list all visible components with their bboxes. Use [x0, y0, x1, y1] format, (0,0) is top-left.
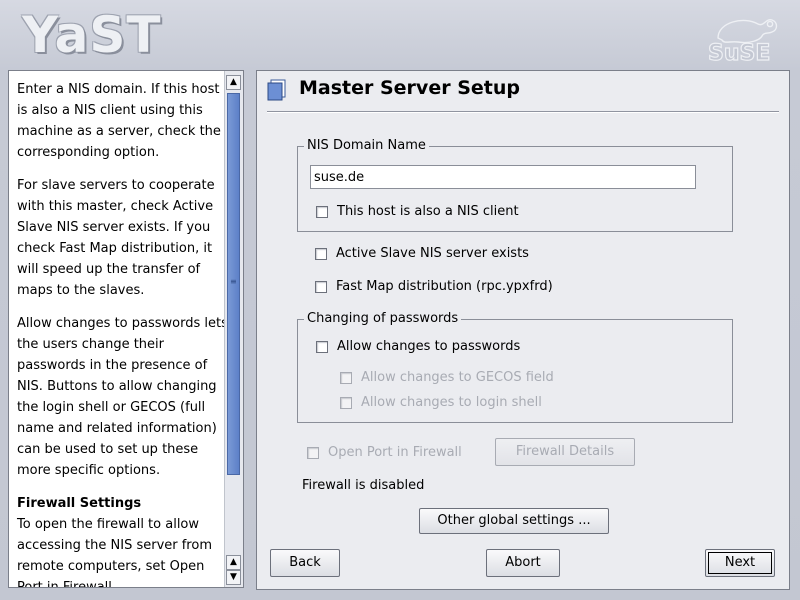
allow-gecos-checkbox-box[interactable]: [340, 371, 352, 384]
nis-client-checkbox[interactable]: This host is also a NIS client: [316, 204, 519, 219]
help-paragraph-domain: Enter a NIS domain. If this host is also…: [17, 82, 221, 160]
next-button[interactable]: Next: [705, 549, 775, 577]
allow-shell-label: Allow changes to login shell: [361, 395, 542, 410]
main-pane: Master Server Setup NIS Domain Name This…: [256, 70, 790, 590]
allow-password-changes-checkbox[interactable]: Allow changes to passwords: [316, 339, 520, 354]
help-scrollbar[interactable]: ▲ ≡ ▲ ▼: [224, 71, 243, 587]
help-pane: Enter a NIS domain. If this host is also…: [8, 70, 244, 588]
open-port-label: Open Port in Firewall: [328, 445, 462, 460]
active-slave-checkbox-box[interactable]: [315, 247, 327, 260]
fast-map-checkbox-box[interactable]: [315, 280, 327, 293]
fast-map-label: Fast Map distribution (rpc.ypxfrd): [336, 279, 553, 294]
suse-logo: SuSE: [707, 19, 778, 64]
password-legend: Changing of passwords: [304, 311, 462, 326]
help-paragraph-passwords: Allow changes to passwords lets the user…: [17, 316, 228, 478]
allow-password-changes-checkbox-box[interactable]: [316, 340, 328, 353]
allow-password-changes-label: Allow changes to passwords: [337, 339, 521, 354]
dialog-icon: [267, 79, 286, 101]
help-paragraph-slave: For slave servers to cooperate with this…: [17, 178, 215, 298]
other-global-settings-button[interactable]: Other global settings ...: [419, 508, 609, 534]
scroll-down-icon[interactable]: ▼: [226, 570, 241, 585]
allow-shell-checkbox-box[interactable]: [340, 396, 352, 409]
scroll-thumb[interactable]: ≡: [227, 93, 240, 475]
nis-domain-legend: NIS Domain Name: [304, 138, 429, 153]
help-text: Enter a NIS domain. If this host is also…: [17, 79, 229, 588]
nis-client-checkbox-box[interactable]: [316, 205, 328, 218]
nis-domain-group: NIS Domain Name: [297, 138, 733, 232]
open-port-checkbox[interactable]: Open Port in Firewall: [307, 445, 462, 460]
firewall-details-button[interactable]: Firewall Details: [495, 438, 635, 466]
scroll-up-lower-icon[interactable]: ▲: [226, 555, 241, 570]
nis-domain-input[interactable]: [310, 165, 696, 189]
help-paragraph-firewall: To open the firewall to allow accessing …: [17, 517, 212, 588]
fast-map-checkbox[interactable]: Fast Map distribution (rpc.ypxfrd): [315, 279, 553, 294]
allow-gecos-checkbox[interactable]: Allow changes to GECOS field: [340, 370, 554, 385]
help-heading-firewall: Firewall Settings: [17, 496, 142, 511]
active-slave-checkbox[interactable]: Active Slave NIS server exists: [315, 246, 529, 261]
firewall-status: Firewall is disabled: [302, 478, 425, 493]
yast-logo: YaST: [22, 6, 162, 64]
svg-text:SuSE: SuSE: [708, 41, 770, 64]
abort-button[interactable]: Abort: [486, 549, 560, 577]
page-title: Master Server Setup: [299, 77, 520, 99]
nis-client-label: This host is also a NIS client: [337, 204, 519, 219]
scroll-up-icon[interactable]: ▲: [226, 75, 241, 90]
allow-gecos-label: Allow changes to GECOS field: [361, 370, 554, 385]
open-port-checkbox-box[interactable]: [307, 446, 319, 459]
allow-shell-checkbox[interactable]: Allow changes to login shell: [340, 395, 542, 410]
back-button[interactable]: Back: [270, 549, 340, 577]
scroll-grip-icon: ≡: [230, 277, 237, 286]
title-divider: [267, 111, 779, 113]
active-slave-label: Active Slave NIS server exists: [336, 246, 529, 261]
